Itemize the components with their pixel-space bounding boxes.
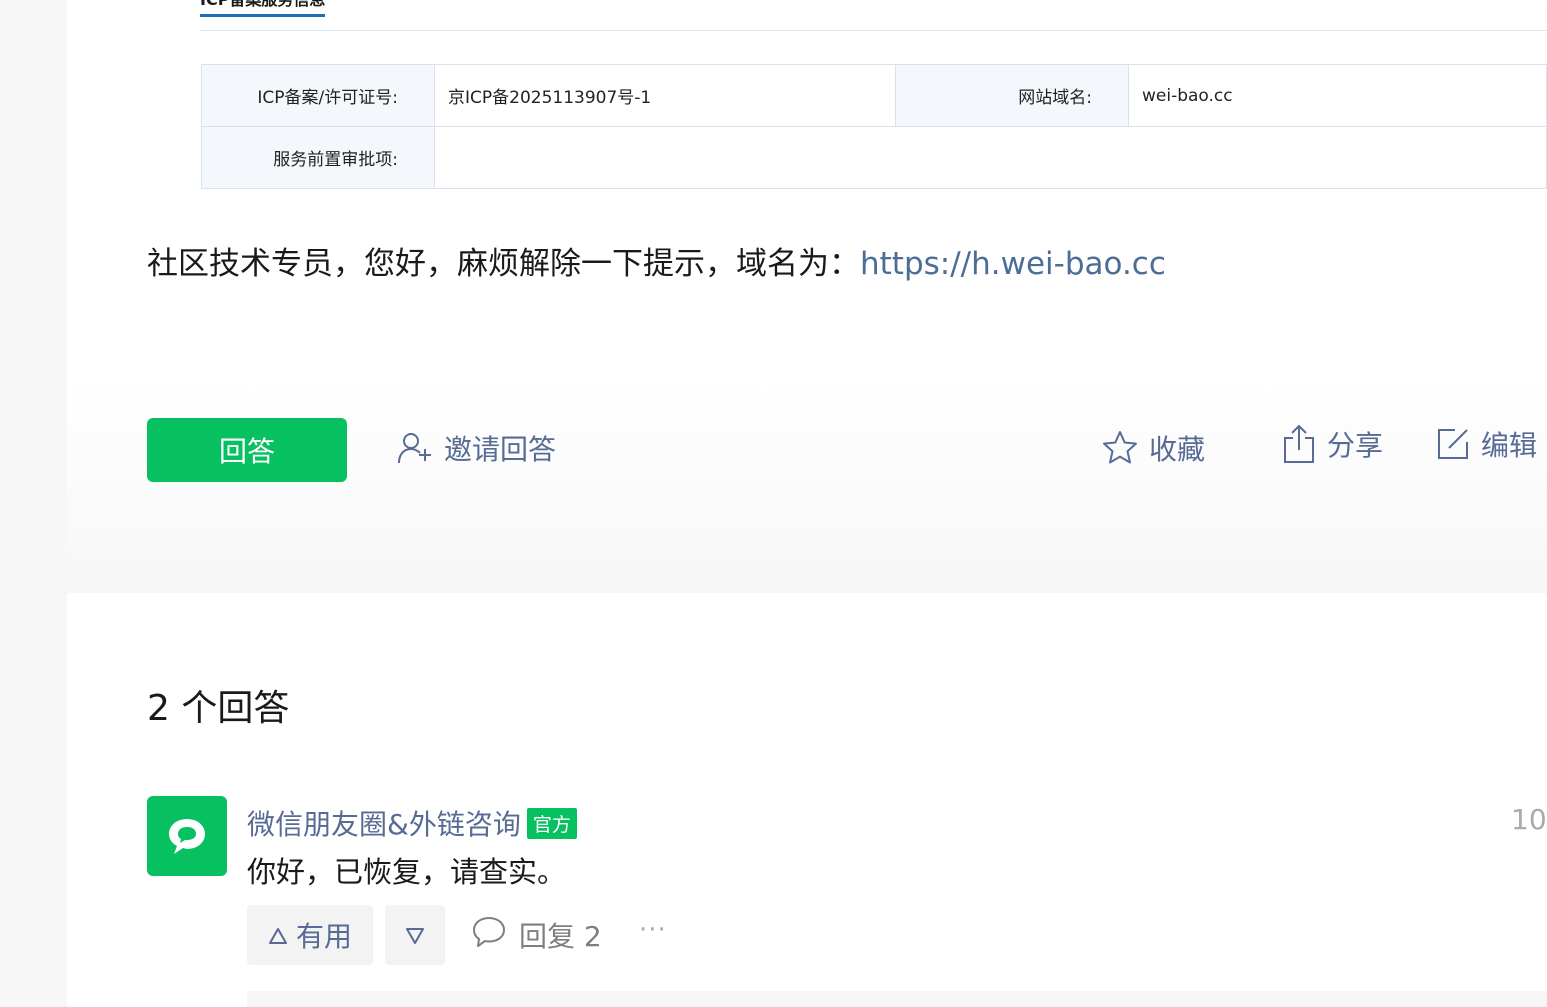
answer-text: 你好，已恢复，请查实。	[247, 855, 567, 889]
share-button[interactable]: 分享	[1281, 422, 1383, 466]
favorite-button[interactable]: 收藏	[1101, 426, 1205, 470]
icp-info-table: ICP备案/许可证号: 京ICP备2025113907号-1 网站域名: wei…	[201, 64, 1547, 189]
invite-answer-button[interactable]: 邀请回答	[396, 426, 556, 470]
domain-label: 网站域名:	[895, 64, 1129, 127]
share-label: 分享	[1327, 429, 1384, 462]
question-action-bar: 回答 邀请回答 收藏 分享 编辑	[67, 380, 1547, 561]
question-link[interactable]: https://h.wei-bao.cc	[860, 246, 1166, 282]
favorite-label: 收藏	[1149, 433, 1206, 466]
question-text: 社区技术专员，您好，麻烦解除一下提示，域名为：https://h.wei-bao…	[147, 238, 1166, 283]
approval-value	[434, 126, 1547, 189]
question-body: 社区技术专员，您好，麻烦解除一下提示，域名为：	[147, 246, 860, 282]
domain-value: wei-bao.cc	[1128, 64, 1547, 127]
useful-vote-button[interactable]: 有用	[247, 905, 373, 965]
reply-section	[247, 991, 1547, 1007]
approval-label: 服务前置审批项:	[201, 126, 435, 189]
license-value: 京ICP备2025113907号-1	[434, 64, 896, 127]
more-options-button[interactable]: ···	[639, 915, 667, 945]
share-icon	[1281, 424, 1317, 464]
invite-user-icon	[396, 429, 434, 467]
answer-button[interactable]: 回答	[147, 418, 347, 482]
edit-icon	[1435, 426, 1471, 462]
edit-label: 编辑	[1481, 429, 1538, 462]
table-row: ICP备案/许可证号: 京ICP备2025113907号-1 网站域名: wei…	[201, 64, 1547, 127]
license-label: ICP备案/许可证号:	[201, 64, 435, 127]
official-badge: 官方	[526, 807, 577, 839]
triangle-down-icon	[405, 919, 425, 952]
answers-card: 2 个回答 微信朋友圈&外链咨询 官方 10/ 你好，已恢复，请查实。 有用	[67, 593, 1547, 1007]
author-name[interactable]: 微信朋友圈&外链咨询	[247, 803, 521, 843]
answer-date: 10/	[1511, 803, 1547, 836]
chat-bubble-logo-icon	[169, 819, 205, 854]
avatar[interactable]	[147, 796, 227, 876]
reply-label: 回复 2	[519, 920, 602, 953]
answer-author: 微信朋友圈&外链咨询 官方	[247, 803, 577, 843]
star-icon	[1101, 429, 1139, 467]
comment-icon	[471, 915, 507, 956]
reply-button[interactable]: 回复 2	[471, 913, 602, 957]
invite-label: 邀请回答	[444, 433, 557, 466]
answers-count-title: 2 个回答	[147, 688, 290, 729]
tab-divider	[200, 30, 1547, 31]
triangle-up-icon	[268, 919, 288, 952]
question-card: ICP备案服务信息 ICP备案/许可证号: 京ICP备2025113907号-1…	[67, 0, 1547, 561]
useful-label: 有用	[295, 920, 352, 953]
icp-info-tab[interactable]: ICP备案服务信息	[200, 0, 326, 17]
downvote-button[interactable]	[385, 905, 445, 965]
edit-button[interactable]: 编辑	[1435, 422, 1537, 466]
table-row: 服务前置审批项:	[201, 126, 1547, 189]
